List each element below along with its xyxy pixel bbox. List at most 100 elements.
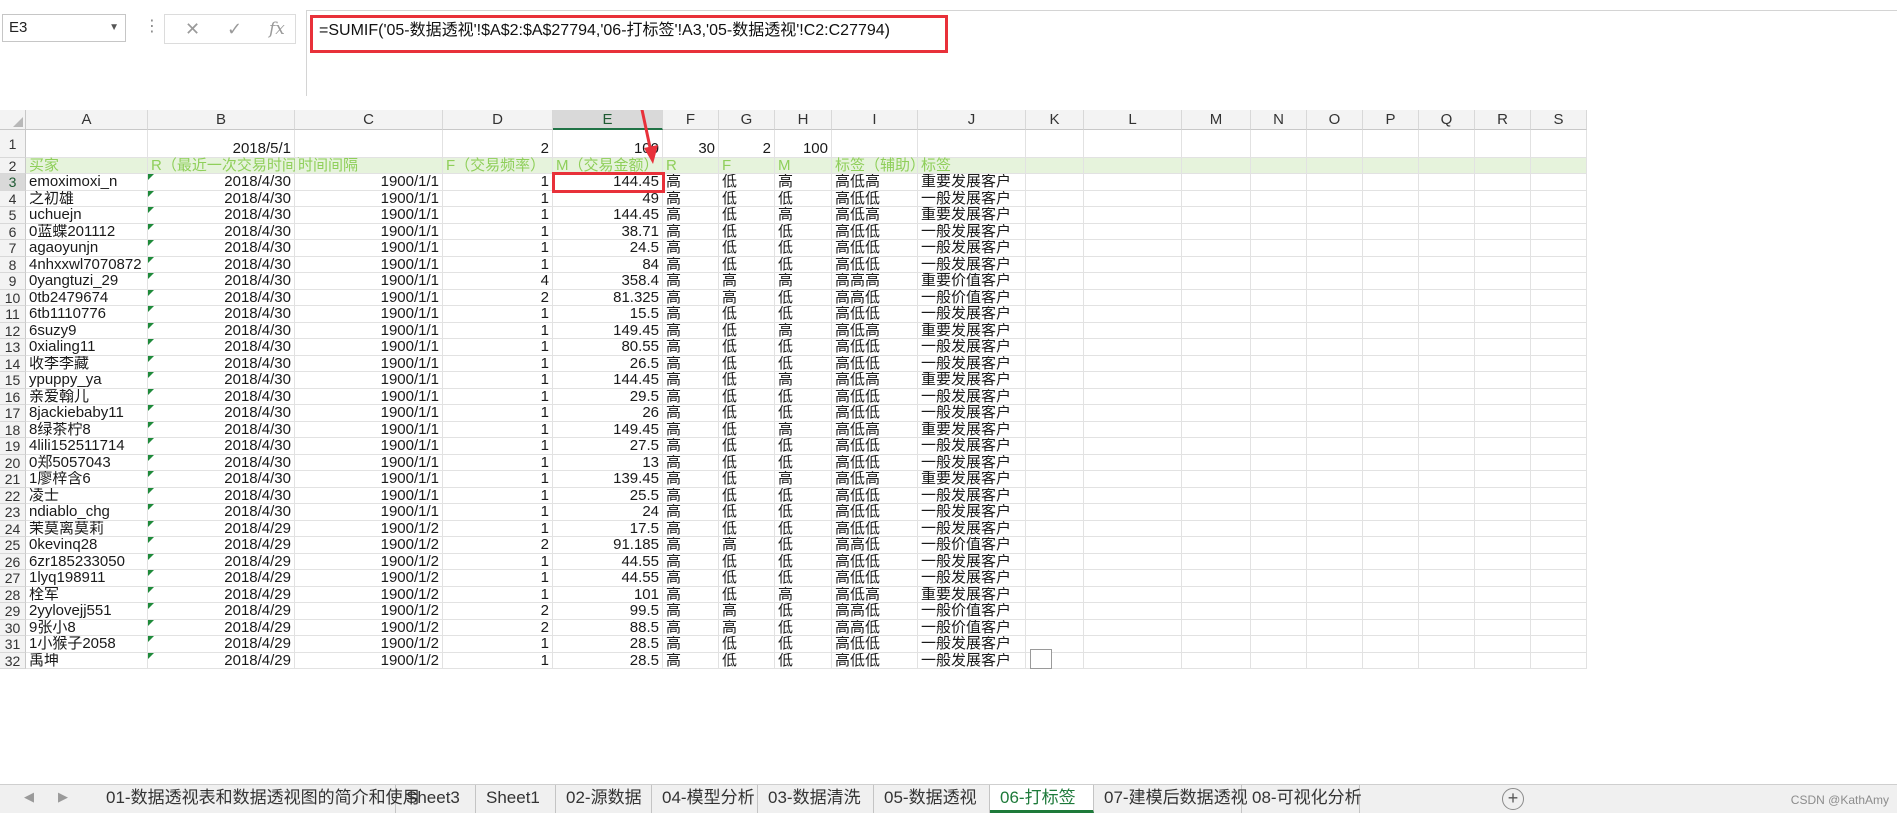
row-header[interactable]: 32 [0, 652, 26, 669]
empty-cell[interactable] [1475, 322, 1531, 339]
cell-b[interactable]: 2018/4/30 [148, 504, 295, 521]
cell-i[interactable]: 高低低 [832, 652, 918, 669]
empty-cell[interactable] [1026, 421, 1084, 438]
header-cell-n[interactable] [1251, 158, 1307, 174]
cell-h[interactable]: 低 [775, 570, 832, 587]
sheet-tab[interactable]: Sheet3 [396, 785, 476, 813]
empty-cell[interactable] [1251, 421, 1307, 438]
empty-cell[interactable] [1419, 487, 1475, 504]
cell-a[interactable]: emoximoxi_n [26, 174, 148, 191]
cell-a[interactable]: 1lyq198911 [26, 570, 148, 587]
sheet-tab[interactable]: 06-打标签 [990, 785, 1094, 813]
empty-cell[interactable] [1531, 520, 1587, 537]
empty-cell[interactable] [1182, 553, 1251, 570]
header-cell-o[interactable] [1307, 158, 1363, 174]
empty-cell[interactable] [1363, 174, 1419, 191]
empty-cell[interactable] [1475, 454, 1531, 471]
empty-cell[interactable] [1531, 355, 1587, 372]
empty-cell[interactable] [1084, 520, 1182, 537]
empty-cell[interactable] [1307, 339, 1363, 356]
cell-j[interactable]: 一般发展客户 [918, 388, 1026, 405]
cell-b[interactable]: 2018/4/29 [148, 520, 295, 537]
empty-cell[interactable] [1531, 207, 1587, 224]
cell-f[interactable]: 高 [663, 520, 719, 537]
cell-g[interactable]: 低 [719, 306, 775, 323]
empty-cell[interactable] [1251, 520, 1307, 537]
cell-f[interactable]: 高 [663, 619, 719, 636]
empty-cell[interactable] [1419, 636, 1475, 653]
cell-a[interactable]: 8jackiebaby11 [26, 405, 148, 422]
empty-cell[interactable] [1307, 421, 1363, 438]
cell-g[interactable]: 低 [719, 471, 775, 488]
empty-cell[interactable] [1251, 207, 1307, 224]
cell-i[interactable]: 高低低 [832, 454, 918, 471]
cell-f[interactable]: 高 [663, 421, 719, 438]
cell-h[interactable]: 低 [775, 537, 832, 554]
cell-j[interactable]: 一般发展客户 [918, 520, 1026, 537]
cell-j[interactable]: 一般价值客户 [918, 603, 1026, 620]
row-header[interactable]: 7 [0, 240, 26, 257]
cell-c[interactable]: 1900/1/1 [295, 372, 443, 389]
empty-cell[interactable] [1475, 372, 1531, 389]
empty-cell[interactable] [1251, 322, 1307, 339]
empty-cell[interactable] [1363, 339, 1419, 356]
row-header[interactable]: 29 [0, 603, 26, 620]
cell-e[interactable]: 25.5 [553, 487, 663, 504]
cell-e[interactable]: 28.5 [553, 652, 663, 669]
cell-e[interactable]: 15.5 [553, 306, 663, 323]
cell-c[interactable]: 1900/1/1 [295, 405, 443, 422]
row-header[interactable]: 28 [0, 586, 26, 603]
cell-d[interactable]: 1 [443, 223, 553, 240]
cell-g[interactable]: 低 [719, 190, 775, 207]
cell-i[interactable]: 高低低 [832, 306, 918, 323]
empty-cell[interactable] [1419, 454, 1475, 471]
empty-cell[interactable] [1026, 504, 1084, 521]
empty-cell[interactable] [1475, 355, 1531, 372]
cell-e[interactable]: 91.185 [553, 537, 663, 554]
cell-d[interactable]: 1 [443, 421, 553, 438]
cell-f[interactable]: 高 [663, 487, 719, 504]
empty-cell[interactable] [1475, 652, 1531, 669]
cell-e[interactable]: 28.5 [553, 636, 663, 653]
cell-e[interactable]: 44.55 [553, 570, 663, 587]
cell-j[interactable]: 一般发展客户 [918, 636, 1026, 653]
empty-cell[interactable] [1307, 570, 1363, 587]
empty-cell[interactable] [1475, 504, 1531, 521]
empty-cell[interactable] [1531, 174, 1587, 191]
empty-cell[interactable] [1531, 438, 1587, 455]
row-header[interactable]: 31 [0, 636, 26, 653]
cell-i[interactable]: 高低高 [832, 471, 918, 488]
cell-c[interactable]: 1900/1/1 [295, 421, 443, 438]
empty-cell[interactable] [1026, 273, 1084, 290]
empty-cell[interactable] [1026, 537, 1084, 554]
empty-cell[interactable] [1026, 388, 1084, 405]
cell-h[interactable]: 低 [775, 619, 832, 636]
empty-cell[interactable] [1182, 586, 1251, 603]
cell-e[interactable]: 144.45 [553, 372, 663, 389]
empty-cell[interactable] [1307, 289, 1363, 306]
cell-f[interactable]: 高 [663, 537, 719, 554]
empty-cell[interactable] [1475, 586, 1531, 603]
empty-cell[interactable] [1363, 289, 1419, 306]
cell-a[interactable]: 4nhxxwl7070872 [26, 256, 148, 273]
row-header[interactable]: 16 [0, 388, 26, 405]
empty-cell[interactable] [1363, 652, 1419, 669]
empty-cell[interactable] [1026, 355, 1084, 372]
empty-cell[interactable] [1182, 487, 1251, 504]
row1-cell-r[interactable] [1475, 130, 1531, 158]
empty-cell[interactable] [1251, 454, 1307, 471]
cell-e[interactable]: 358.4 [553, 273, 663, 290]
cell-e[interactable]: 88.5 [553, 619, 663, 636]
cancel-icon[interactable]: ✕ [185, 15, 200, 43]
select-all-corner[interactable] [0, 110, 26, 130]
empty-cell[interactable] [1251, 471, 1307, 488]
cell-c[interactable]: 1900/1/1 [295, 504, 443, 521]
row1-cell-l[interactable] [1084, 130, 1182, 158]
cell-j[interactable]: 一般发展客户 [918, 504, 1026, 521]
cell-h[interactable]: 高 [775, 372, 832, 389]
column-header-s[interactable]: S [1531, 110, 1587, 130]
cell-h[interactable]: 高 [775, 273, 832, 290]
cell-i[interactable]: 高低低 [832, 339, 918, 356]
empty-cell[interactable] [1084, 487, 1182, 504]
empty-cell[interactable] [1307, 240, 1363, 257]
